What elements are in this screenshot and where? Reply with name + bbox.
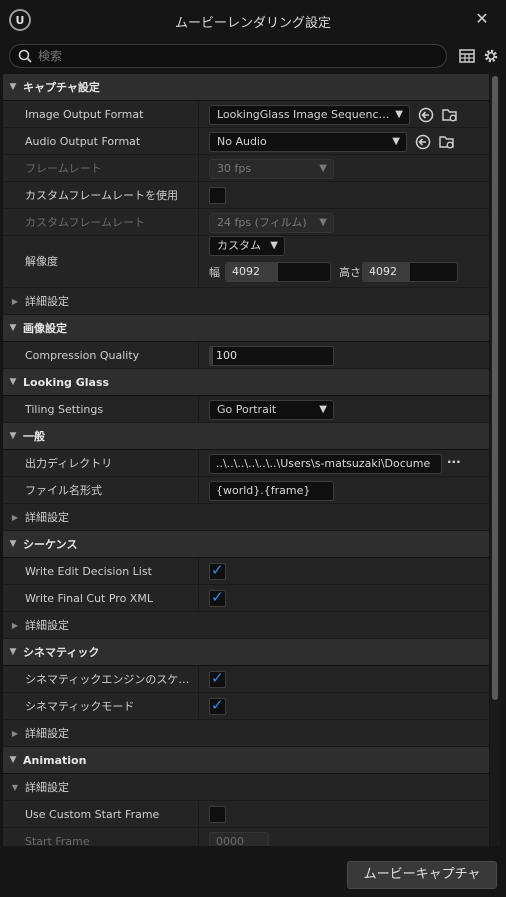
browse-folder-icon[interactable]	[441, 106, 459, 124]
row-output-directory: 出力ディレクトリ ..\..\..\..\..\..\Users\s-matsu…	[3, 450, 489, 477]
section-looking-glass[interactable]: ▼ Looking Glass	[3, 369, 489, 396]
row-image-output-format: Image Output Format LookingGlass Image S…	[3, 101, 489, 128]
advanced-animation-settings[interactable]: ▼ 詳細設定	[3, 774, 489, 801]
row-custom-frame-rate: カスタムフレームレート 24 fps (フィルム) ▼	[3, 209, 489, 236]
resolution-width-field[interactable]: 4092	[225, 262, 331, 282]
row-use-custom-start-frame: Use Custom Start Frame	[3, 801, 489, 828]
vertical-scrollbar[interactable]	[490, 74, 500, 846]
custom-frame-rate-dropdown: 24 fps (フィルム) ▼	[209, 213, 334, 233]
row-frame-rate: フレームレート 30 fps ▼	[3, 155, 489, 182]
expand-arrow-icon: ▶	[11, 296, 19, 306]
chevron-down-icon: ▼	[319, 163, 327, 174]
frame-rate-dropdown: 30 fps ▼	[209, 159, 334, 179]
footer: ムービーキャプチャ	[0, 846, 506, 897]
section-animation[interactable]: ▼ Animation	[3, 747, 489, 774]
advanced-general-settings[interactable]: ▶ 詳細設定	[3, 504, 489, 531]
width-label: 幅	[209, 266, 220, 279]
browse-folder-icon[interactable]	[438, 133, 456, 151]
collapse-arrow-icon: ▼	[9, 539, 17, 549]
checkmark-icon: ✓	[211, 588, 224, 606]
chevron-down-icon: ▼	[319, 404, 327, 415]
section-capture-settings[interactable]: ▼ キャプチャ設定	[3, 74, 489, 101]
row-start-frame: Start Frame 0000	[3, 828, 489, 846]
expand-arrow-icon: ▶	[11, 512, 19, 522]
use-custom-frame-rate-checkbox[interactable]	[209, 187, 226, 204]
search-icon	[18, 49, 32, 63]
advanced-sequence-settings[interactable]: ▶ 詳細設定	[3, 612, 489, 639]
row-write-fcp-xml: Write Final Cut Pro XML ✓	[3, 585, 489, 612]
chevron-down-icon: ▼	[270, 240, 278, 251]
row-resolution: 解像度 カスタム ▼ 幅 4092 高さ 4092	[3, 236, 489, 288]
close-icon[interactable]: ✕	[472, 9, 492, 29]
collapse-arrow-icon: ▼	[9, 323, 17, 333]
checkmark-icon: ✓	[211, 696, 224, 714]
settings-gear-icon[interactable]	[482, 47, 500, 65]
tiling-settings-dropdown[interactable]: Go Portrait ▼	[209, 400, 334, 420]
write-fcp-xml-checkbox[interactable]: ✓	[209, 588, 226, 607]
height-label: 高さ	[339, 266, 361, 279]
use-selected-icon[interactable]	[417, 106, 435, 124]
advanced-capture-settings[interactable]: ▶ 詳細設定	[3, 288, 489, 315]
filename-format-field[interactable]: {world}.{frame}	[209, 481, 334, 501]
search-bar[interactable]	[9, 44, 447, 68]
table-view-icon[interactable]	[458, 47, 476, 65]
chevron-down-icon: ▼	[392, 136, 400, 147]
advanced-cinematic-settings[interactable]: ▶ 詳細設定	[3, 720, 489, 747]
browse-directory-button[interactable]: ...	[447, 452, 461, 466]
details-panel: ▼ キャプチャ設定 Image Output Format LookingGla…	[3, 74, 489, 846]
cinematic-scalability-checkbox[interactable]: ✓	[209, 669, 226, 688]
collapse-arrow-icon: ▼	[11, 782, 19, 792]
chevron-down-icon: ▼	[395, 109, 403, 120]
row-audio-output-format: Audio Output Format No Audio ▼	[3, 128, 489, 155]
output-directory-field[interactable]: ..\..\..\..\..\..\Users\s-matsuzaki\Docu…	[209, 454, 442, 474]
resolution-height-field[interactable]: 4092	[362, 262, 458, 282]
expand-arrow-icon: ▶	[11, 728, 19, 738]
window-title: ムービーレンダリング設定	[174, 16, 331, 31]
capture-movie-button[interactable]: ムービーキャプチャ	[347, 861, 497, 889]
audio-output-format-dropdown[interactable]: No Audio ▼	[209, 132, 407, 152]
scrollbar-thumb[interactable]	[492, 76, 498, 700]
collapse-arrow-icon: ▼	[9, 431, 17, 441]
row-write-edl: Write Edit Decision List ✓	[3, 558, 489, 585]
collapse-arrow-icon: ▼	[9, 647, 17, 657]
section-general[interactable]: ▼ 一般	[3, 423, 489, 450]
write-edl-checkbox[interactable]: ✓	[209, 561, 226, 580]
section-sequence[interactable]: ▼ シーケンス	[3, 531, 489, 558]
row-cinematic-mode: シネマティックモード ✓	[3, 693, 489, 720]
collapse-arrow-icon: ▼	[9, 377, 17, 387]
use-custom-start-frame-checkbox[interactable]	[209, 806, 226, 823]
cinematic-mode-checkbox[interactable]: ✓	[209, 696, 226, 715]
row-compression-quality: Compression Quality 100	[3, 342, 489, 369]
start-frame-field: 0000	[209, 832, 269, 846]
row-use-custom-frame-rate: カスタムフレームレートを使用	[3, 182, 489, 209]
collapse-arrow-icon: ▼	[9, 82, 17, 92]
checkmark-icon: ✓	[211, 561, 224, 579]
use-selected-icon[interactable]	[414, 133, 432, 151]
collapse-arrow-icon: ▼	[9, 755, 17, 765]
checkmark-icon: ✓	[211, 669, 224, 687]
image-output-format-dropdown[interactable]: LookingGlass Image Sequence (p ▼	[209, 105, 410, 125]
row-tiling-settings: Tiling Settings Go Portrait ▼	[3, 396, 489, 423]
section-image-settings[interactable]: ▼ 画像設定	[3, 315, 489, 342]
chevron-down-icon: ▼	[319, 217, 327, 228]
title-bar: U ムービーレンダリング設定 ✕	[0, 0, 506, 40]
row-filename-format: ファイル名形式 {world}.{frame}	[3, 477, 489, 504]
resolution-preset-dropdown[interactable]: カスタム ▼	[209, 236, 285, 256]
row-cinematic-scalability: シネマティックエンジンのスケーラビリティ ✓	[3, 666, 489, 693]
search-input[interactable]	[38, 48, 438, 64]
expand-arrow-icon: ▶	[11, 620, 19, 630]
compression-quality-field[interactable]: 100	[209, 346, 334, 366]
section-cinematic[interactable]: ▼ シネマティック	[3, 639, 489, 666]
